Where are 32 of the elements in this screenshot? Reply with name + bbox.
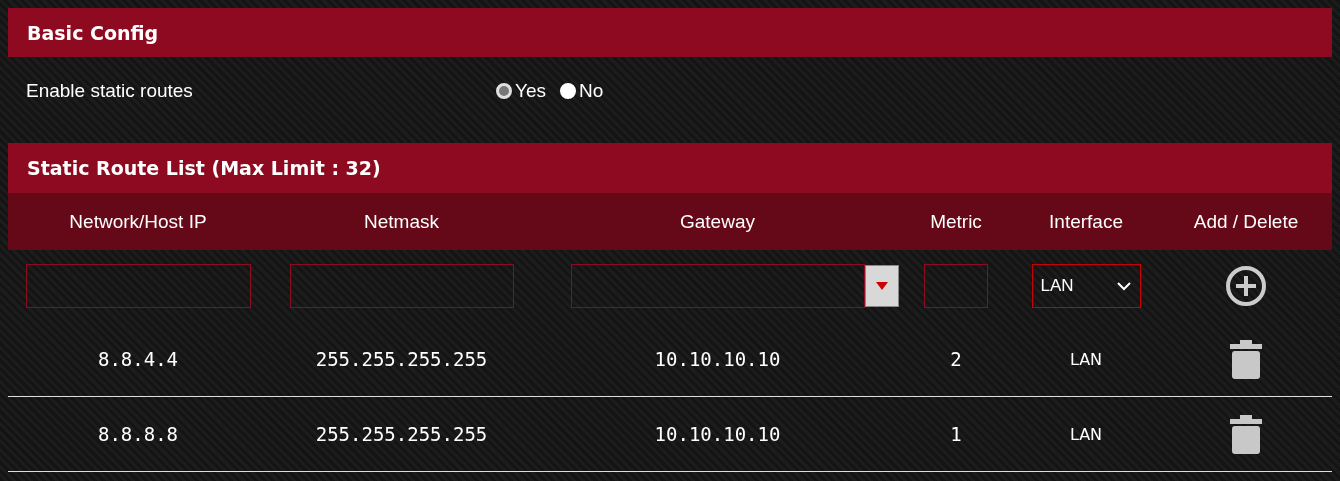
setting-label: Enable static routes <box>26 80 194 102</box>
input-field[interactable] <box>570 264 865 308</box>
input-field[interactable] <box>289 264 514 308</box>
trash-icon[interactable] <box>1228 338 1264 380</box>
trash-icon[interactable] <box>1228 413 1264 455</box>
dropdown-button[interactable] <box>864 265 899 307</box>
column-header: Metric <box>930 210 982 233</box>
radio-option[interactable]: Yes <box>496 80 546 102</box>
column-header: Interface <box>1049 210 1123 233</box>
table-cell: 10.10.10.10 <box>654 348 781 370</box>
section-title: Static Route List (Max Limit : 32) <box>27 157 381 179</box>
column-header: Add / Delete <box>1193 210 1299 233</box>
radio-option[interactable]: No <box>560 80 604 102</box>
section-title: Basic Config <box>27 21 159 44</box>
table-cell: 10.10.10.10 <box>654 423 781 445</box>
caret-icon <box>873 281 890 291</box>
column-header: Netmask <box>364 210 439 233</box>
table-cell: 2 <box>950 348 962 370</box>
add-icon[interactable] <box>1224 264 1268 308</box>
table-cell: LAN <box>1069 424 1103 444</box>
table-cell: 255.255.255.255 <box>315 423 488 445</box>
input-field[interactable] <box>924 264 988 308</box>
interface-select[interactable]: LAN <box>1031 264 1141 308</box>
table-cell: 8.8.8.8 <box>97 423 179 445</box>
column-header: Network/Host IP <box>69 210 207 233</box>
input-field[interactable] <box>25 264 251 308</box>
table-cell: 255.255.255.255 <box>315 348 488 370</box>
column-header: Gateway <box>680 210 755 233</box>
table-cell: 1 <box>950 423 962 445</box>
table-cell: LAN <box>1069 349 1103 369</box>
table-cell: 8.8.4.4 <box>97 348 179 370</box>
chevron-icon <box>1115 281 1132 291</box>
